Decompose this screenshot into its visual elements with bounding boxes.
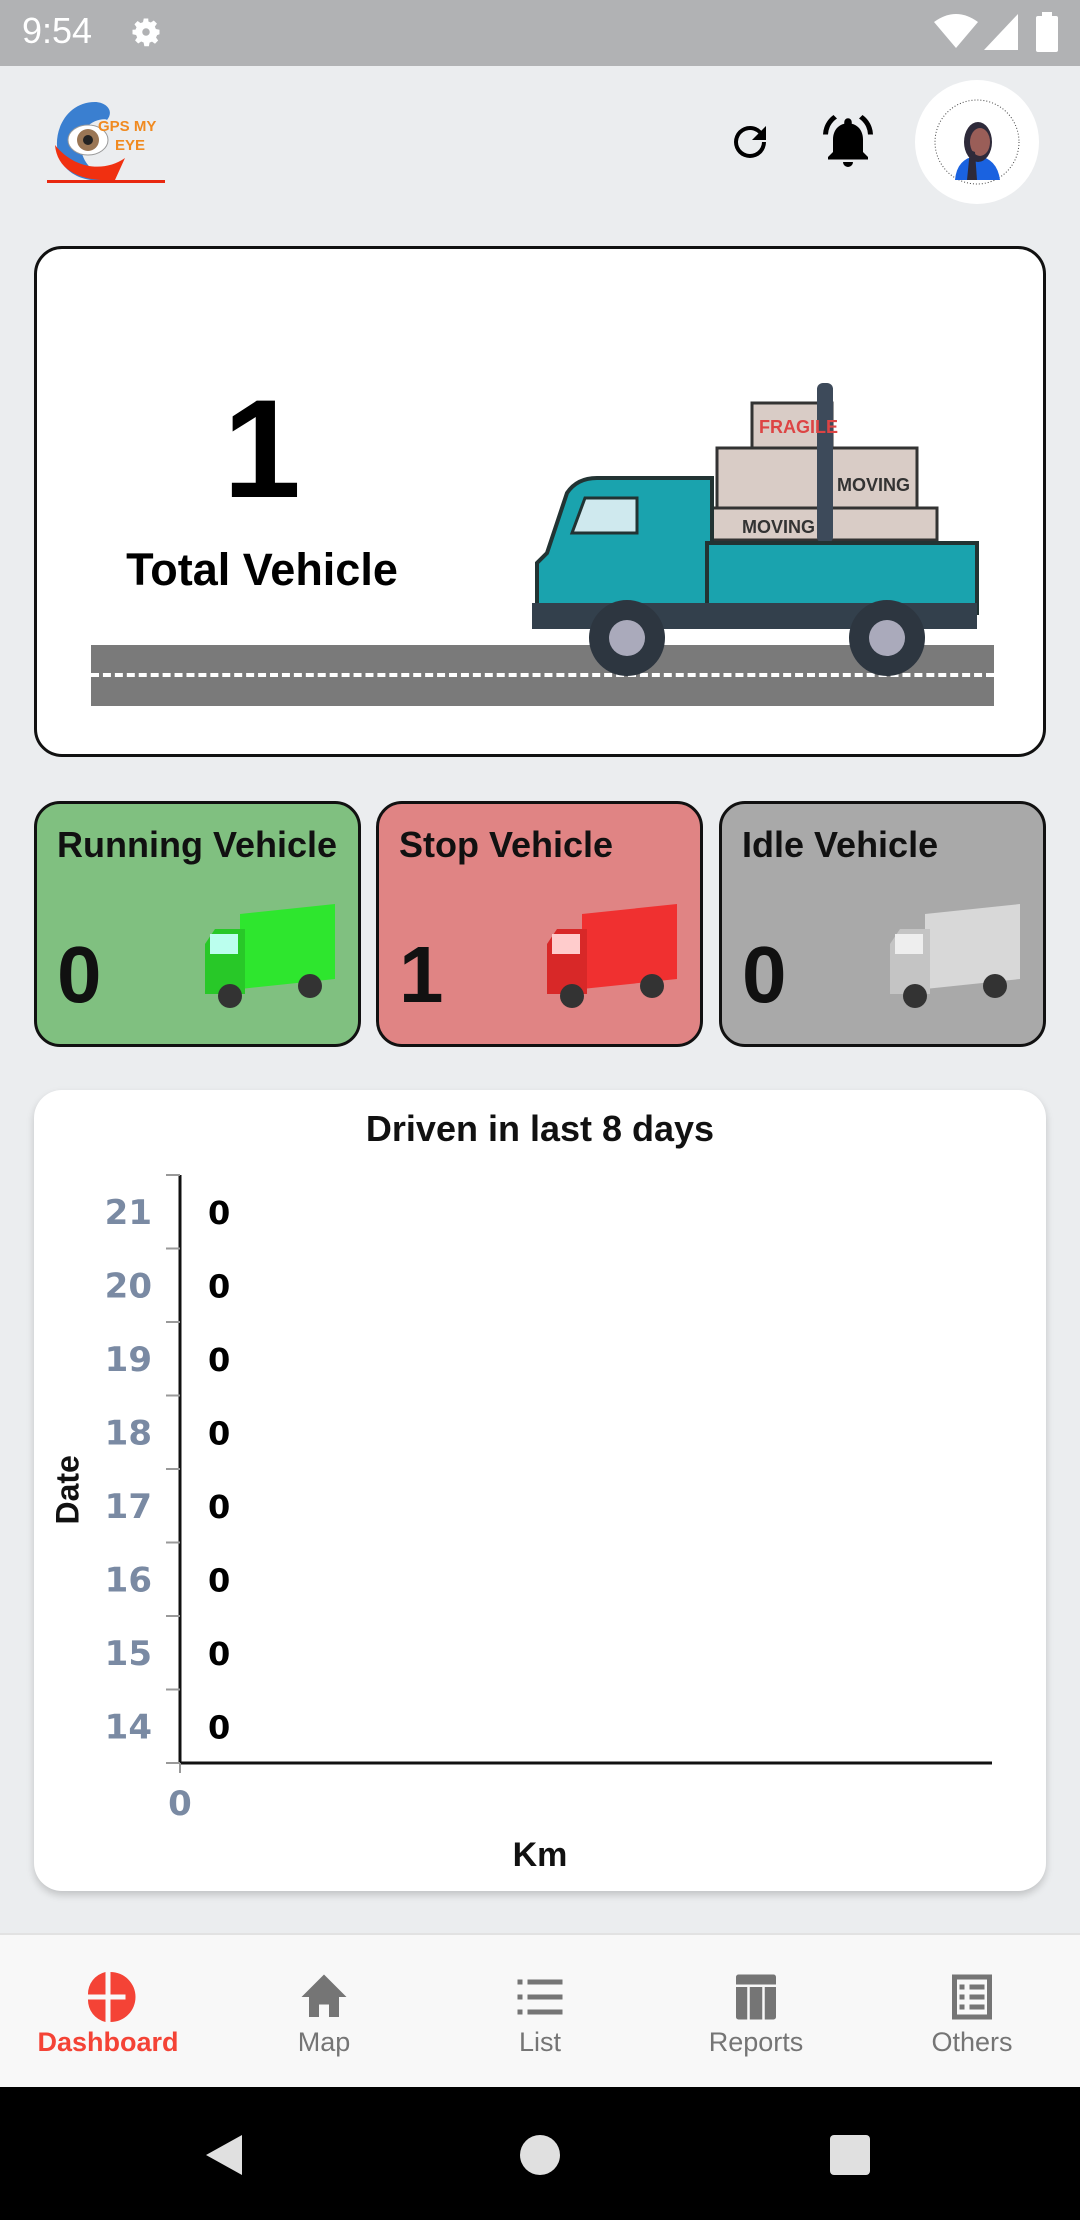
bar-chart: 21 020 019 018 017 016 015 014 00 <box>105 1174 992 1824</box>
back-icon[interactable] <box>202 2133 246 2177</box>
battery-icon <box>1036 12 1058 52</box>
bar-value-label: 0 <box>208 1341 230 1379</box>
y-tick-label: 21 <box>105 1193 152 1233</box>
home-button-icon[interactable] <box>518 2133 562 2177</box>
bar-value-label: 0 <box>208 1194 230 1232</box>
green-truck-icon <box>205 904 335 1008</box>
bar-value-label: 0 <box>208 1635 230 1673</box>
x-axis-label: Km <box>512 1836 568 1874</box>
y-tick-label: 18 <box>105 1413 152 1453</box>
running-vehicle-count: 0 <box>57 930 102 1019</box>
idle-vehicle-count: 0 <box>742 930 787 1019</box>
app-header: GPS MY EYE <box>0 66 1080 216</box>
y-tick-label: 19 <box>105 1340 152 1380</box>
app-logo: GPS MY EYE <box>45 100 175 184</box>
y-tick-label: 16 <box>105 1560 152 1600</box>
avatar[interactable] <box>915 80 1039 204</box>
y-axis-label: Date <box>49 1455 86 1525</box>
total-count: 1 <box>223 370 301 527</box>
bar-value-label: 0 <box>208 1488 230 1526</box>
status-bar: 9:54 <box>0 0 1080 66</box>
others-icon <box>952 1974 992 2020</box>
stop-vehicle-label: Stop Vehicle <box>399 824 614 865</box>
nav-map[interactable]: Map <box>216 1935 432 2089</box>
x-tick-label: 0 <box>168 1784 192 1824</box>
bell-icon[interactable] <box>818 112 878 172</box>
wifi-icon <box>934 14 978 48</box>
bar-value-label: 0 <box>208 1561 230 1599</box>
red-truck-icon <box>547 904 677 1008</box>
nav-others[interactable]: Others <box>864 1935 1080 2089</box>
stop-vehicle-card[interactable]: Stop Vehicle 1 <box>376 801 703 1047</box>
y-tick-label: 17 <box>105 1487 152 1527</box>
recents-icon[interactable] <box>828 2133 872 2177</box>
svg-text:FRAGILE: FRAGILE <box>759 417 838 437</box>
gray-truck-icon <box>890 904 1020 1008</box>
reports-icon <box>736 1974 776 2020</box>
list-icon <box>517 1979 563 2015</box>
truck-illustration: FRAGILE MOVING MOVING <box>532 383 979 676</box>
total-label: Total Vehicle <box>126 544 398 595</box>
y-tick-label: 14 <box>105 1707 152 1747</box>
svg-text:MOVING: MOVING <box>837 475 910 495</box>
dashboard-pie-icon <box>87 1972 136 2022</box>
running-vehicle-label: Running Vehicle <box>57 824 338 865</box>
clock: 9:54 <box>22 10 93 51</box>
stop-vehicle-count: 1 <box>399 930 444 1019</box>
total-vehicle-card[interactable]: 1 Total Vehicle FRAGILE MOVING MOVING <box>34 246 1046 757</box>
svg-text:MOVING: MOVING <box>742 517 815 537</box>
bar-value-label: 0 <box>208 1414 230 1452</box>
bar-value-label: 0 <box>208 1708 230 1746</box>
idle-vehicle-card[interactable]: Idle Vehicle 0 <box>719 801 1046 1047</box>
nav-list[interactable]: List <box>432 1935 648 2089</box>
system-nav-bar <box>0 2087 1080 2220</box>
refresh-icon[interactable] <box>726 118 774 166</box>
driven-chart-card: Driven in last 8 days 21 0 20 0 19 0 18 0 17 0 16 0… <box>34 1090 1046 1891</box>
gear-icon <box>132 18 160 47</box>
nav-reports[interactable]: Reports <box>648 1935 864 2089</box>
nav-dashboard[interactable]: Dashboard <box>0 1935 216 2089</box>
y-tick-label: 20 <box>105 1266 152 1306</box>
y-tick-label: 15 <box>105 1634 152 1674</box>
running-vehicle-card[interactable]: Running Vehicle 0 <box>34 801 361 1047</box>
bar-value-label: 0 <box>208 1267 230 1305</box>
bottom-nav: Dashboard Map List Reports Others <box>0 1933 1080 2087</box>
idle-vehicle-label: Idle Vehicle <box>742 824 939 865</box>
signal-icon <box>984 14 1018 50</box>
home-icon <box>301 1974 347 2017</box>
